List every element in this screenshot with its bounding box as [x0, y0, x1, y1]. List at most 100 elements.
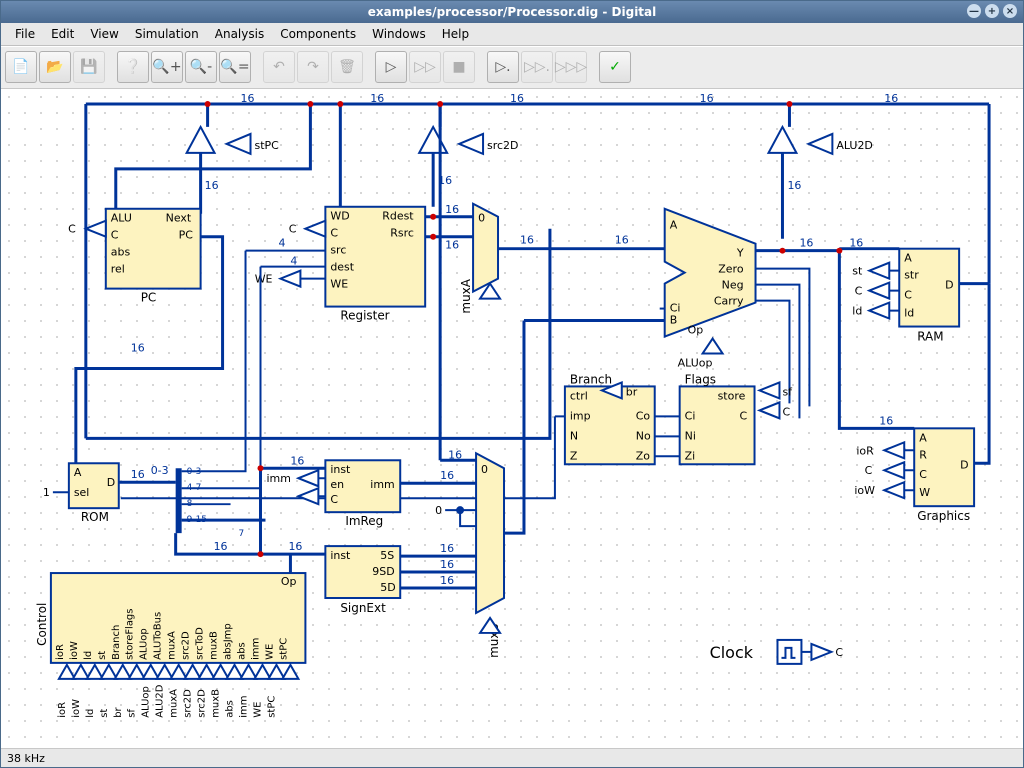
menu-file[interactable]: File	[7, 25, 43, 43]
svg-text:16: 16	[241, 92, 255, 105]
graphics-block[interactable]: A R C W D Graphics ioR C ioW	[854, 428, 974, 523]
zoom-in-icon[interactable]: 🔍+	[151, 51, 183, 83]
svg-text:src: src	[330, 244, 346, 257]
svg-text:A: A	[904, 252, 912, 265]
svg-text:store: store	[718, 389, 746, 402]
step3-icon[interactable]: ▷▷▷	[555, 51, 587, 83]
svg-text:imm: imm	[239, 696, 250, 718]
svg-text:Ci: Ci	[685, 409, 696, 422]
svg-text:A: A	[74, 466, 82, 479]
svg-text:0: 0	[481, 463, 488, 476]
control-outputs	[59, 665, 299, 679]
close-button[interactable]: ×	[1003, 4, 1017, 18]
svg-text:D: D	[960, 458, 968, 471]
step2-icon[interactable]: ▷▷.	[521, 51, 553, 83]
menu-edit[interactable]: Edit	[43, 25, 82, 43]
svg-text:Clock: Clock	[710, 643, 754, 662]
svg-text:ALUop: ALUop	[139, 628, 150, 660]
svg-text:Op: Op	[281, 575, 297, 588]
svg-text:16: 16	[787, 179, 801, 192]
minimize-button[interactable]: —	[967, 4, 981, 18]
svg-text:0: 0	[435, 504, 442, 517]
svg-text:imp: imp	[570, 409, 591, 422]
save-icon[interactable]: 💾	[73, 51, 105, 83]
alu-block[interactable]: A B Ci Op Y Zero Neg Carry ALUop	[665, 209, 756, 370]
branch-block[interactable]: ctrl imp N Z Co No Zo Branch br	[565, 372, 655, 464]
svg-text:en: en	[330, 478, 344, 491]
svg-text:D: D	[107, 476, 115, 489]
svg-text:Op: Op	[688, 324, 704, 337]
fast-icon[interactable]: ▷▷	[409, 51, 441, 83]
ram-block[interactable]: A str C ld D RAM st C ld	[852, 249, 959, 344]
signext-block[interactable]: inst 5S 9SD 5D SignExt	[325, 546, 400, 615]
svg-text:R: R	[919, 448, 927, 461]
schematic-canvas[interactable]: 16 16 16 16 16 stPC 16 src2D 16	[1, 89, 1023, 748]
svg-text:imm: imm	[250, 638, 261, 660]
maximize-button[interactable]: +	[985, 4, 999, 18]
undo-icon[interactable]: ↶	[263, 51, 295, 83]
svg-text:C: C	[289, 223, 297, 236]
svg-text:Carry: Carry	[714, 295, 744, 308]
svg-text:C: C	[782, 405, 790, 418]
svg-text:st: st	[852, 265, 863, 278]
svg-text:1: 1	[43, 486, 50, 499]
window-title: examples/processor/Processor.dig - Digit…	[368, 5, 657, 19]
delete-icon[interactable]: 🗑	[331, 51, 363, 83]
svg-text:C: C	[835, 646, 843, 659]
clock-component[interactable]: Clock C	[710, 640, 844, 664]
svg-text:16: 16	[445, 239, 459, 252]
svg-text:src2D: src2D	[197, 689, 208, 718]
run-icon[interactable]: ▷	[375, 51, 407, 83]
menu-components[interactable]: Components	[272, 25, 364, 43]
svg-text:src2D: src2D	[183, 689, 194, 718]
menu-analysis[interactable]: Analysis	[207, 25, 272, 43]
step-icon[interactable]: ▷.	[487, 51, 519, 83]
zoom-fit-icon[interactable]: 🔍=	[219, 51, 251, 83]
svg-text:src2D: src2D	[181, 631, 192, 660]
stop-icon[interactable]: ■	[443, 51, 475, 83]
svg-text:ALUToBus: ALUToBus	[153, 612, 164, 660]
check-icon[interactable]: ✓	[599, 51, 631, 83]
svg-text:ioR: ioR	[856, 444, 874, 457]
flags-block[interactable]: store C Ci Ni Zi Flags sf C	[680, 372, 794, 464]
menu-help[interactable]: Help	[434, 25, 477, 43]
schematic: 16 16 16 16 16 stPC 16 src2D 16	[1, 89, 1023, 748]
svg-text:imm: imm	[370, 478, 394, 491]
svg-text:16: 16	[370, 92, 384, 105]
svg-text:16: 16	[879, 414, 893, 427]
svg-text:Ni: Ni	[685, 429, 696, 442]
mux-b[interactable]: 0 muxB	[476, 453, 504, 658]
pc-block[interactable]: ALU Next C PC abs rel PC C	[68, 209, 200, 305]
svg-text:16: 16	[615, 234, 629, 247]
register-block[interactable]: WD Rdest C Rsrc src dest WE Register C W…	[255, 207, 425, 323]
svg-text:16: 16	[884, 92, 898, 105]
tristate-src2d[interactable]: src2D	[419, 127, 518, 154]
rom-block[interactable]: A sel D ROM 1	[43, 463, 119, 524]
svg-text:stPC: stPC	[278, 638, 289, 660]
tristate-alu2d[interactable]: ALU2D	[768, 127, 872, 154]
menu-windows[interactable]: Windows	[364, 25, 434, 43]
menu-view[interactable]: View	[82, 25, 126, 43]
svg-text:absJmp: absJmp	[223, 623, 234, 660]
help-icon[interactable]: ❔	[117, 51, 149, 83]
open-icon[interactable]: 📂	[39, 51, 71, 83]
zoom-out-icon[interactable]: 🔍-	[185, 51, 217, 83]
svg-text:dest: dest	[330, 261, 354, 274]
svg-text:A: A	[670, 219, 678, 232]
svg-text:C: C	[865, 464, 873, 477]
svg-text:16: 16	[288, 540, 302, 553]
svg-text:B: B	[670, 314, 678, 327]
mux-a[interactable]: 0 muxA	[459, 204, 500, 314]
svg-text:C: C	[855, 285, 863, 298]
svg-text:Graphics: Graphics	[917, 509, 970, 523]
new-icon[interactable]: 📄	[5, 51, 37, 83]
svg-text:C: C	[919, 468, 927, 481]
tristate-stpc[interactable]: stPC	[187, 127, 279, 154]
svg-text:ALU2D: ALU2D	[155, 684, 166, 718]
menu-simulation[interactable]: Simulation	[127, 25, 207, 43]
redo-icon[interactable]: ↷	[297, 51, 329, 83]
svg-text:5D: 5D	[380, 581, 395, 594]
imreg-block[interactable]: inst en C imm ImReg imm	[266, 460, 400, 528]
svg-text:abs: abs	[237, 642, 248, 660]
svg-text:ld: ld	[904, 307, 914, 320]
